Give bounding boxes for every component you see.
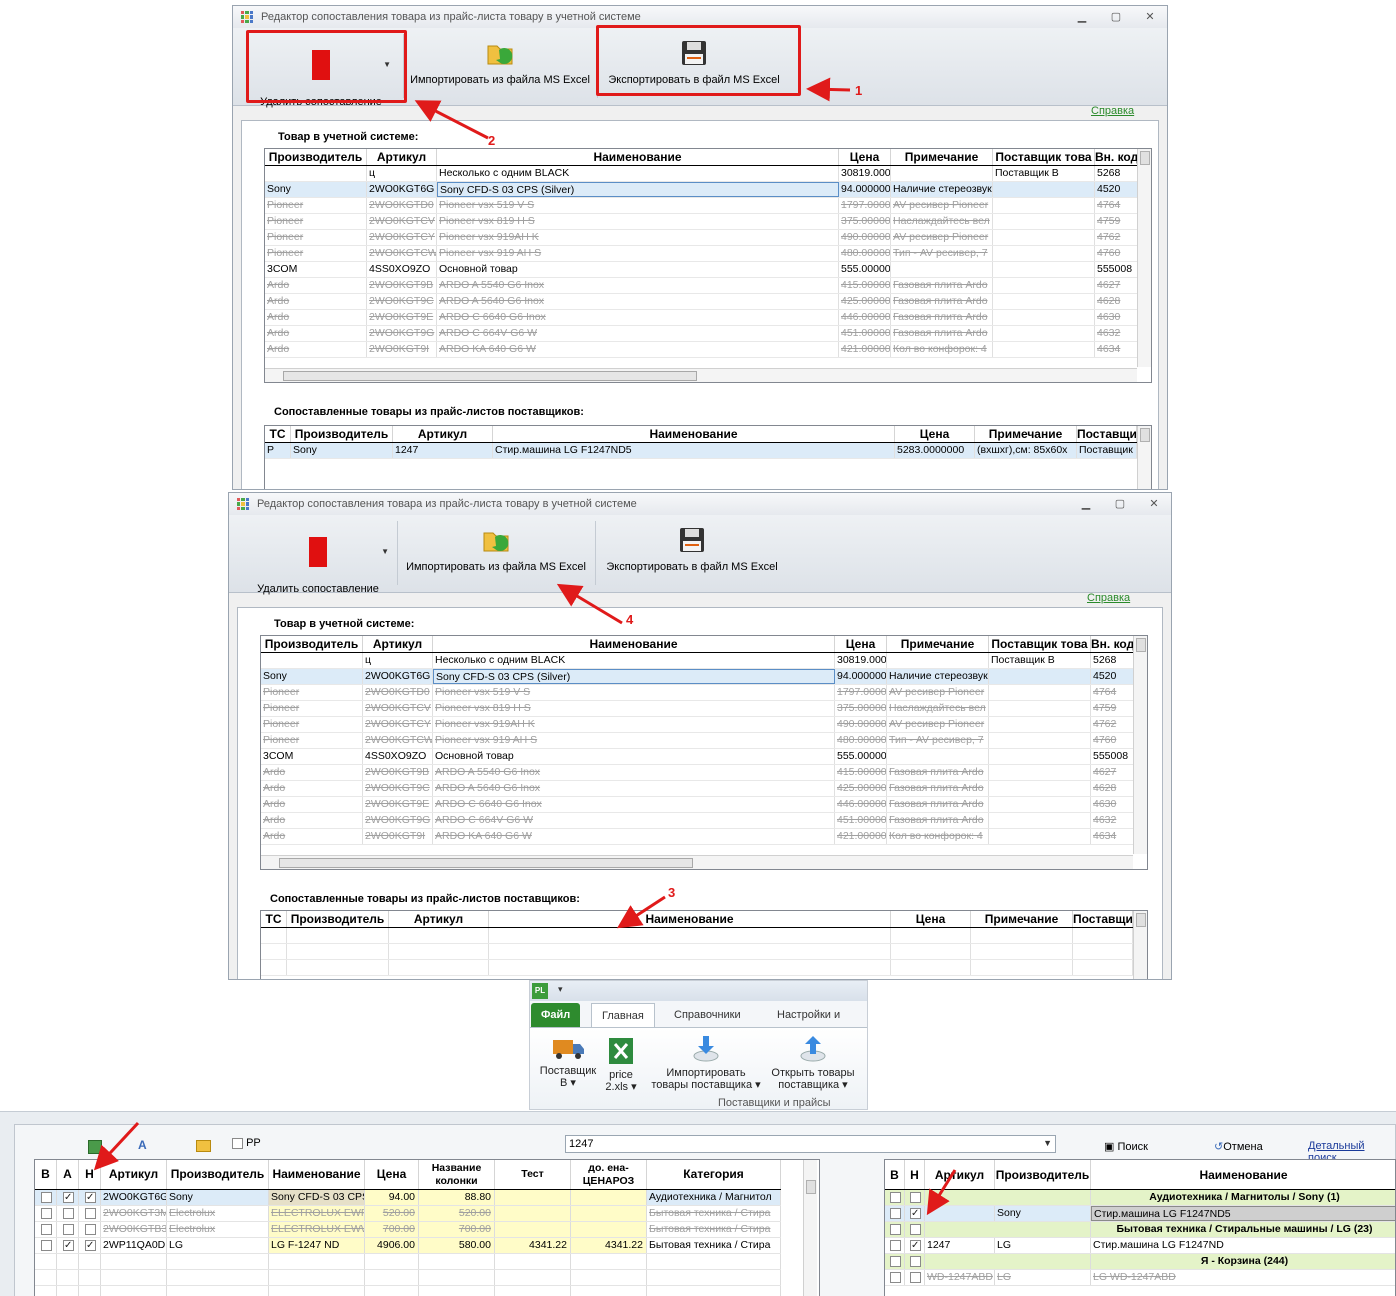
annotation-arrows-bottom: [93, 1121, 957, 1216]
arrow-h-column: [93, 1121, 140, 1171]
arrow-right-checkbox: [926, 1169, 957, 1216]
